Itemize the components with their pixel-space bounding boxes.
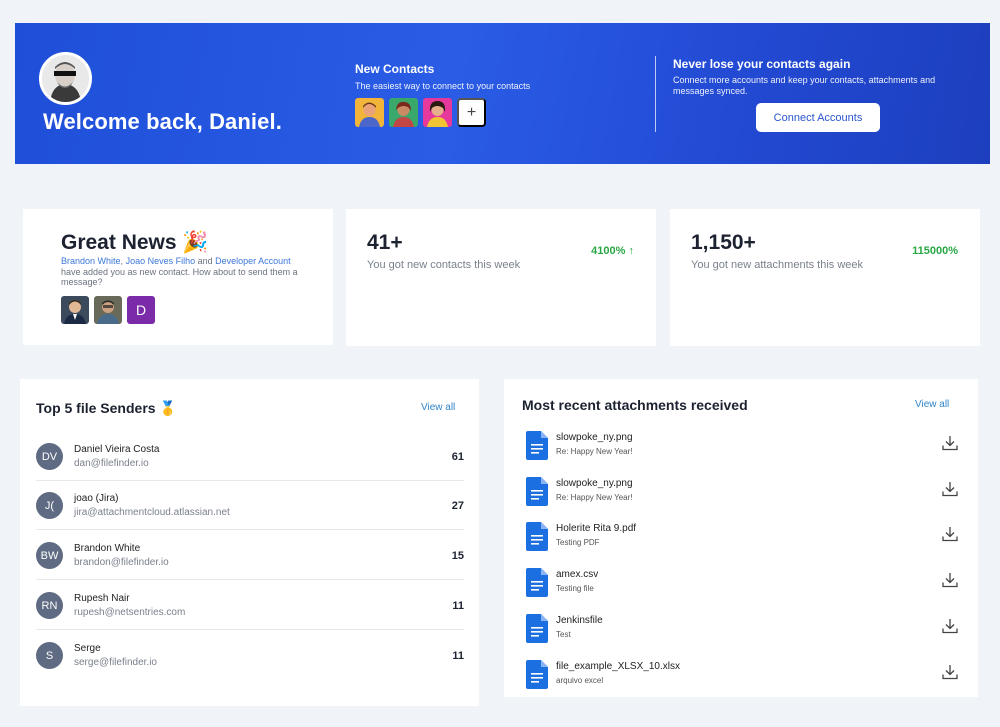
recent-attachments-title: Most recent attachments received: [522, 397, 748, 413]
attachment-filename: amex.csv: [556, 569, 599, 580]
stat-label: You got new attachments this week: [691, 259, 864, 271]
new-contacts-title: New Contacts: [355, 62, 435, 76]
download-icon[interactable]: [941, 617, 959, 635]
download-icon[interactable]: [941, 571, 959, 589]
new-attachments-stat-card: 1,150+ You got new attachments this week…: [670, 209, 980, 346]
stat-label: You got new contacts this week: [367, 259, 521, 271]
attachment-subject: Testing file: [556, 584, 594, 593]
senders-view-all-link[interactable]: View all: [421, 402, 455, 413]
connect-accounts-button[interactable]: Connect Accounts: [756, 103, 880, 132]
attachment-subject: arquivo excel: [556, 676, 604, 685]
document-icon: [526, 614, 548, 643]
sender-file-count: 61: [451, 451, 464, 463]
sender-avatar: BW: [36, 542, 63, 569]
attachment-row[interactable]: file_example_XLSX_10.xlsx arquivo excel: [524, 658, 964, 698]
sender-avatar: S: [36, 642, 63, 669]
great-news-card: Great News 🎉 Brandon White, Joao Neves F…: [23, 209, 333, 345]
new-contacts-avatars: +: [355, 98, 530, 127]
download-icon[interactable]: [941, 434, 959, 452]
sender-name: Rupesh Nair: [74, 593, 130, 604]
sender-file-count: 11: [452, 600, 464, 612]
add-contact-button[interactable]: +: [457, 98, 486, 127]
user-avatar[interactable]: [39, 52, 92, 105]
sender-email: rupesh@netsentries.com: [74, 607, 186, 618]
sender-file-count: 27: [451, 500, 464, 512]
sender-email: serge@filefinder.io: [74, 657, 157, 668]
sender-row[interactable]: DV Daniel Vieira Costa dan@filefinder.io…: [36, 431, 464, 481]
attachment-filename: slowpoke_ny.png: [556, 432, 633, 443]
attachment-subject: Testing PDF: [556, 538, 600, 547]
attachment-row[interactable]: slowpoke_ny.png Re: Happy New Year!: [524, 475, 964, 515]
document-icon: [526, 477, 548, 506]
great-news-avatars: D: [61, 296, 155, 324]
sender-avatar: DV: [36, 443, 63, 470]
attachment-filename: Holerite Rita 9.pdf: [556, 523, 637, 534]
sender-avatar: J(: [36, 492, 63, 519]
sender-avatar: RN: [36, 592, 63, 619]
contact-avatar-initial[interactable]: D: [127, 296, 155, 324]
banner-divider: [655, 56, 656, 132]
new-contacts-stat-card: 41+ You got new contacts this week 4100%…: [346, 209, 656, 346]
contact-avatar[interactable]: [61, 296, 89, 324]
download-icon[interactable]: [941, 480, 959, 498]
document-icon: [526, 522, 548, 551]
top-senders-card: Top 5 file Senders 🥇 View all DV Daniel …: [20, 379, 479, 706]
contact-avatar[interactable]: [423, 98, 452, 127]
sender-row[interactable]: J( joao (Jira) jira@attachmentcloud.atla…: [36, 480, 464, 530]
sender-email: dan@filefinder.io: [74, 458, 149, 469]
stat-percentage: 115000%: [912, 245, 958, 257]
attachment-subject: Test: [556, 630, 571, 639]
document-icon: [526, 660, 548, 689]
contact-link-brandon[interactable]: Brandon White: [61, 256, 121, 266]
sender-row[interactable]: BW Brandon White brandon@filefinder.io 1…: [36, 530, 464, 580]
attachment-filename: file_example_XLSX_10.xlsx: [556, 661, 680, 672]
document-icon: [526, 431, 548, 460]
sender-name: joao (Jira): [74, 493, 119, 504]
sender-row[interactable]: RN Rupesh Nair rupesh@netsentries.com 11: [36, 580, 464, 630]
sender-name: Daniel Vieira Costa: [74, 444, 160, 455]
never-lose-subtitle: Connect more accounts and keep your cont…: [673, 75, 936, 96]
sender-name: Brandon White: [74, 543, 141, 554]
document-icon: [526, 568, 548, 597]
attachment-row[interactable]: amex.csv Testing file: [524, 566, 964, 606]
attachment-row[interactable]: slowpoke_ny.png Re: Happy New Year!: [524, 429, 964, 469]
download-icon[interactable]: [941, 525, 959, 543]
great-news-text: Brandon White, Joao Neves Filho and Deve…: [61, 256, 298, 287]
attachment-row[interactable]: Holerite Rita 9.pdf Testing PDF: [524, 520, 964, 560]
attachment-subject: Re: Happy New Year!: [556, 493, 633, 502]
arrow-up-icon: ↑: [625, 245, 634, 257]
sender-email: brandon@filefinder.io: [74, 557, 169, 568]
attachment-filename: slowpoke_ny.png: [556, 478, 633, 489]
contact-avatar[interactable]: [355, 98, 384, 127]
contact-avatar[interactable]: [94, 296, 122, 324]
never-lose-panel: Never lose your contacts again Connect m…: [673, 57, 963, 97]
new-contacts-panel: New Contacts The easiest way to connect …: [355, 62, 530, 127]
stat-number: 41+: [367, 231, 403, 254]
new-contacts-subtitle: The easiest way to connect to your conta…: [355, 81, 531, 91]
welcome-banner: Welcome back, Daniel. New Contacts The e…: [15, 23, 990, 164]
stat-number: 1,150+: [691, 231, 756, 254]
never-lose-title: Never lose your contacts again: [673, 57, 851, 71]
great-news-title: Great News 🎉: [61, 231, 209, 254]
sender-file-count: 15: [451, 550, 464, 562]
sender-email: jira@attachmentcloud.atlassian.net: [74, 507, 230, 518]
sender-name: Serge: [74, 643, 101, 654]
attachment-row[interactable]: Jenkinsfile Test: [524, 612, 964, 652]
contact-avatar[interactable]: [389, 98, 418, 127]
attachment-subject: Re: Happy New Year!: [556, 447, 633, 456]
download-icon[interactable]: [941, 663, 959, 681]
attachment-filename: Jenkinsfile: [556, 615, 603, 626]
recent-attachments-card: Most recent attachments received View al…: [504, 379, 978, 697]
sender-file-count: 11: [452, 650, 464, 662]
welcome-heading: Welcome back, Daniel.: [43, 109, 282, 134]
top-senders-title: Top 5 file Senders 🥇: [36, 400, 177, 416]
sender-row[interactable]: S Serge serge@filefinder.io 11: [36, 630, 464, 680]
stat-percentage: 4100% ↑: [591, 245, 634, 257]
contact-link-joao[interactable]: Joao Neves Filho: [126, 256, 196, 266]
attachments-view-all-link[interactable]: View all: [915, 399, 949, 410]
contact-link-developer[interactable]: Developer Account: [215, 256, 291, 266]
